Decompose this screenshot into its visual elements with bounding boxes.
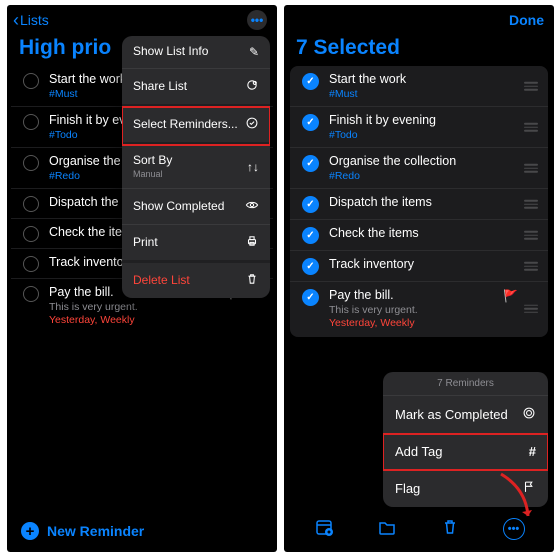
complete-toggle[interactable] xyxy=(23,155,39,171)
back-label: Lists xyxy=(20,12,49,28)
selection-list: Start the work#Must Finish it by evening… xyxy=(290,66,548,337)
selection-checkbox[interactable] xyxy=(302,73,319,90)
drag-handle-icon[interactable] xyxy=(524,200,538,209)
more-button[interactable]: ••• xyxy=(247,10,267,30)
share-icon xyxy=(245,78,259,95)
reminder-item[interactable]: Finish it by evening#Todo xyxy=(290,107,548,148)
more-actions-button[interactable]: ••• xyxy=(503,518,525,540)
menu-sort-by[interactable]: Sort ByManual↑↓ xyxy=(122,145,270,189)
menu-share-list[interactable]: Share List xyxy=(122,69,270,107)
due-date-icon[interactable] xyxy=(314,517,334,542)
complete-toggle[interactable] xyxy=(23,256,39,272)
hash-icon: # xyxy=(529,444,536,459)
complete-toggle[interactable] xyxy=(23,114,39,130)
reminder-item[interactable]: Track inventory xyxy=(290,251,548,282)
item-note: This is very urgent. xyxy=(49,301,267,313)
selection-checkbox[interactable] xyxy=(302,258,319,275)
menu-print[interactable]: Print xyxy=(122,225,270,263)
circle-icon xyxy=(522,406,536,423)
item-tag[interactable]: #Redo xyxy=(329,170,518,182)
item-title: Track inventory xyxy=(329,257,518,272)
drag-handle-icon[interactable] xyxy=(524,231,538,240)
reminder-item[interactable]: Check the items xyxy=(290,220,548,251)
left-screenshot: ‹ Lists ••• High prio Start the work#Mus… xyxy=(7,5,277,552)
menu-select-reminders[interactable]: Select Reminders... xyxy=(122,107,270,145)
item-title: Dispatch the items xyxy=(329,195,518,210)
sort-icon: ↑↓ xyxy=(247,160,259,174)
selection-checkbox[interactable] xyxy=(302,196,319,213)
selection-checkbox[interactable] xyxy=(302,227,319,244)
item-tag[interactable]: #Todo xyxy=(329,129,518,141)
new-reminder-label: New Reminder xyxy=(47,523,144,539)
drag-handle-icon[interactable] xyxy=(524,123,538,132)
complete-toggle[interactable] xyxy=(23,226,39,242)
sheet-flag[interactable]: Flag xyxy=(383,470,548,507)
drag-handle-icon[interactable] xyxy=(524,262,538,271)
item-due: Yesterday, Weekly xyxy=(329,317,518,329)
eye-icon xyxy=(245,198,259,215)
back-button[interactable]: ‹ Lists xyxy=(13,11,49,29)
trash-icon[interactable] xyxy=(440,517,460,542)
bulk-action-sheet: 7 Reminders Mark as Completed Add Tag# F… xyxy=(383,372,548,507)
list-context-menu: Show List Info✎ Share List Select Remind… xyxy=(122,36,270,298)
nav-bar: Done xyxy=(284,5,554,33)
stage: ‹ Lists ••• High prio Start the work#Mus… xyxy=(0,0,560,560)
new-reminder-button[interactable]: + New Reminder xyxy=(21,522,144,540)
sheet-header: 7 Reminders xyxy=(383,372,548,396)
item-title: Organise the collection xyxy=(329,154,518,169)
selection-checkbox[interactable] xyxy=(302,155,319,172)
trash-icon xyxy=(245,272,259,289)
menu-show-list-info[interactable]: Show List Info✎ xyxy=(122,36,270,69)
right-screenshot: Done 7 Selected Start the work#Must Fini… xyxy=(284,5,554,552)
complete-toggle[interactable] xyxy=(23,73,39,89)
item-title: Pay the bill. xyxy=(329,288,518,303)
drag-handle-icon[interactable] xyxy=(524,304,538,313)
print-icon xyxy=(245,234,259,251)
item-title: Finish it by evening xyxy=(329,113,518,128)
check-circle-icon xyxy=(245,116,259,133)
complete-toggle[interactable] xyxy=(23,196,39,212)
selection-checkbox[interactable] xyxy=(302,289,319,306)
move-icon[interactable] xyxy=(377,517,397,542)
reminder-item[interactable]: Pay the bill.This is very urgent.Yesterd… xyxy=(290,282,548,335)
item-tag[interactable]: #Must xyxy=(329,88,518,100)
reminder-item[interactable]: Start the work#Must xyxy=(290,66,548,107)
menu-delete-list[interactable]: Delete List xyxy=(122,263,270,298)
chevron-left-icon: ‹ xyxy=(13,11,19,29)
item-title: Start the work xyxy=(329,72,518,87)
reminder-item[interactable]: Organise the collection#Redo xyxy=(290,148,548,189)
done-button[interactable]: Done xyxy=(509,12,544,28)
item-due: Yesterday, Weekly xyxy=(49,314,267,326)
reminder-item[interactable]: Dispatch the items xyxy=(290,189,548,220)
plus-icon: + xyxy=(21,522,39,540)
drag-handle-icon[interactable] xyxy=(524,164,538,173)
selection-toolbar: ••• xyxy=(284,512,554,546)
item-title: Check the items xyxy=(329,226,518,241)
sheet-mark-completed[interactable]: Mark as Completed xyxy=(383,396,548,434)
complete-toggle[interactable] xyxy=(23,286,39,302)
menu-show-completed[interactable]: Show Completed xyxy=(122,189,270,225)
sheet-add-tag[interactable]: Add Tag# xyxy=(383,434,548,470)
selection-checkbox[interactable] xyxy=(302,114,319,131)
flag-icon: 🚩 xyxy=(503,289,518,303)
nav-bar: ‹ Lists ••• xyxy=(7,5,277,33)
selection-title: 7 Selected xyxy=(284,33,554,66)
flag-outline-icon xyxy=(522,480,536,497)
pencil-icon: ✎ xyxy=(249,45,259,59)
item-note: This is very urgent. xyxy=(329,304,518,316)
drag-handle-icon[interactable] xyxy=(524,82,538,91)
